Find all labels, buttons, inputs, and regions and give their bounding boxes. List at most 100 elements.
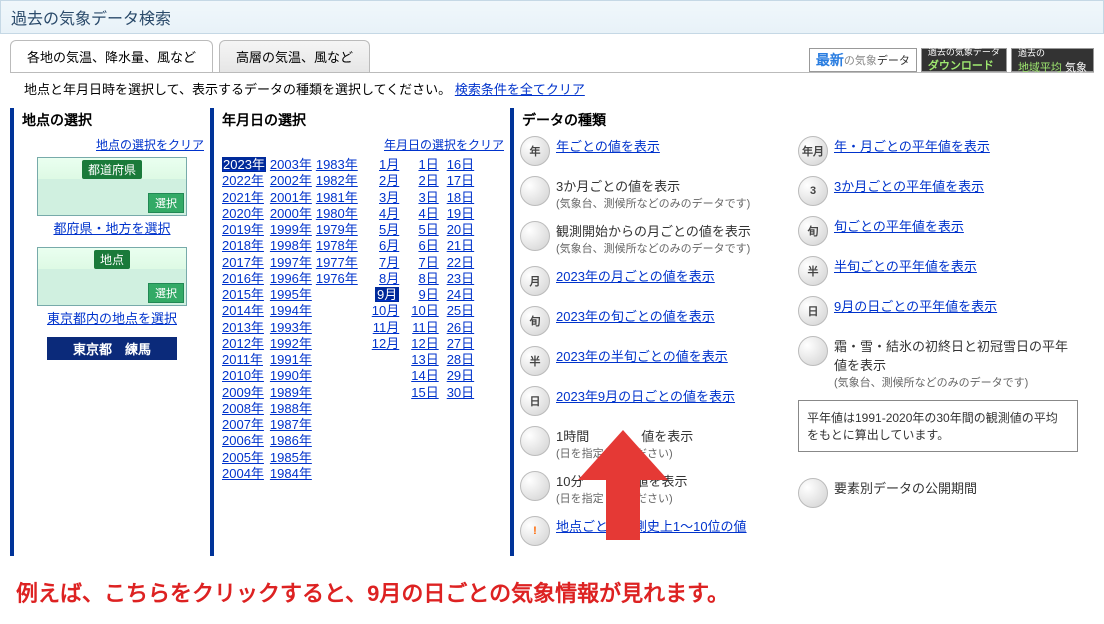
day-link[interactable]: 27日 [447, 336, 474, 352]
day-link[interactable]: 19日 [447, 206, 474, 222]
datatype-item[interactable]: 月2023年の月ごとの値を表示 [520, 266, 780, 296]
month-link[interactable]: 12月 [372, 336, 399, 352]
datatype-item[interactable]: 半2023年の半旬ごとの値を表示 [520, 346, 780, 376]
point-select-link[interactable]: 東京都内の地点を選択 [47, 311, 177, 326]
year-link[interactable]: 2021年 [222, 190, 266, 206]
year-link[interactable]: 2017年 [222, 255, 266, 271]
year-link[interactable]: 1996年 [270, 271, 312, 287]
banner-download[interactable]: 過去の気象データ ダウンロード [921, 48, 1007, 72]
month-link[interactable]: 6月 [372, 238, 399, 254]
day-link[interactable]: 13日 [411, 352, 438, 368]
day-link[interactable]: 10日 [411, 303, 438, 319]
year-link[interactable]: 1983年 [316, 157, 358, 173]
day-link[interactable]: 4日 [411, 206, 438, 222]
year-link[interactable]: 2013年 [222, 320, 266, 336]
month-link[interactable]: 3月 [372, 190, 399, 206]
day-link[interactable]: 12日 [411, 336, 438, 352]
datatype-item[interactable]: 半半旬ごとの平年値を表示 [798, 256, 1078, 286]
datatype-item[interactable]: !地点ごとの観測史上1～10位の値 [520, 516, 780, 546]
year-link[interactable]: 1987年 [270, 417, 312, 433]
clear-location-link[interactable]: 地点の選択をクリア [96, 138, 204, 152]
datatype-label[interactable]: 3か月ごとの平年値を表示 [834, 176, 984, 195]
day-link[interactable]: 8日 [411, 271, 438, 287]
day-link[interactable]: 17日 [447, 173, 474, 189]
day-link[interactable]: 24日 [447, 287, 474, 303]
datatype-label[interactable]: 年ごとの値を表示 [556, 136, 660, 155]
day-link[interactable]: 28日 [447, 352, 474, 368]
datatype-label[interactable]: 2023年の半旬ごとの値を表示 [556, 346, 728, 365]
year-link[interactable]: 2009年 [222, 385, 266, 401]
year-link[interactable]: 1985年 [270, 450, 312, 466]
month-link[interactable]: 7月 [372, 255, 399, 271]
datatype-label[interactable]: 2023年の旬ごとの値を表示 [556, 306, 715, 325]
year-link[interactable]: 2004年 [222, 466, 266, 482]
day-link[interactable]: 23日 [447, 271, 474, 287]
year-link[interactable]: 2015年 [222, 287, 266, 303]
year-link[interactable]: 1989年 [270, 385, 312, 401]
clear-all-link[interactable]: 検索条件を全てクリア [455, 82, 585, 97]
year-link[interactable]: 1986年 [270, 433, 312, 449]
year-link[interactable]: 2014年 [222, 303, 266, 319]
month-link[interactable]: 8月 [372, 271, 399, 287]
datatype-item[interactable]: 年月年・月ごとの平年値を表示 [798, 136, 1078, 166]
year-link[interactable]: 2006年 [222, 433, 266, 449]
day-link[interactable]: 15日 [411, 385, 438, 401]
month-link[interactable]: 9月 [372, 287, 399, 303]
month-link[interactable]: 1月 [372, 157, 399, 173]
year-link[interactable]: 2022年 [222, 173, 266, 189]
datatype-label[interactable]: 旬ごとの平年値を表示 [834, 216, 964, 235]
year-link[interactable]: 1988年 [270, 401, 312, 417]
year-link[interactable]: 2002年 [270, 173, 312, 189]
year-link[interactable]: 1997年 [270, 255, 312, 271]
day-link[interactable]: 6日 [411, 238, 438, 254]
day-link[interactable]: 21日 [447, 238, 474, 254]
year-link[interactable]: 2010年 [222, 368, 266, 384]
year-link[interactable]: 2000年 [270, 206, 312, 222]
year-link[interactable]: 2008年 [222, 401, 266, 417]
pref-select-btn[interactable]: 選択 [148, 193, 184, 213]
datatype-item[interactable]: 日2023年9月の日ごとの値を表示 [520, 386, 780, 416]
year-link[interactable]: 2011年 [222, 352, 266, 368]
day-link[interactable]: 29日 [447, 368, 474, 384]
datatype-item[interactable]: 年年ごとの値を表示 [520, 136, 780, 166]
year-link[interactable]: 2020年 [222, 206, 266, 222]
day-link[interactable]: 11日 [411, 320, 438, 336]
datatype-label[interactable]: 半旬ごとの平年値を表示 [834, 256, 977, 275]
year-link[interactable]: 1978年 [316, 238, 358, 254]
day-link[interactable]: 1日 [411, 157, 438, 173]
day-link[interactable]: 3日 [411, 190, 438, 206]
year-link[interactable]: 1999年 [270, 222, 312, 238]
day-link[interactable]: 7日 [411, 255, 438, 271]
point-select-box[interactable]: 地点 選択 [37, 247, 187, 306]
year-link[interactable]: 2018年 [222, 238, 266, 254]
datatype-label[interactable]: 9月の日ごとの平年値を表示 [834, 296, 997, 315]
year-link[interactable]: 1981年 [316, 190, 358, 206]
year-link[interactable]: 1993年 [270, 320, 312, 336]
datatype-label[interactable]: 2023年の月ごとの値を表示 [556, 266, 715, 285]
year-link[interactable]: 1984年 [270, 466, 312, 482]
year-link[interactable]: 1990年 [270, 368, 312, 384]
year-link[interactable]: 2023年 [222, 157, 266, 173]
year-link[interactable]: 2001年 [270, 190, 312, 206]
point-select-btn[interactable]: 選択 [148, 283, 184, 303]
year-link[interactable]: 2005年 [222, 450, 266, 466]
year-link[interactable]: 2007年 [222, 417, 266, 433]
pref-select-link[interactable]: 都府県・地方を選択 [53, 221, 170, 236]
year-link[interactable]: 2019年 [222, 222, 266, 238]
year-link[interactable]: 1991年 [270, 352, 312, 368]
year-link[interactable]: 1992年 [270, 336, 312, 352]
day-link[interactable]: 18日 [447, 190, 474, 206]
datatype-item[interactable]: 旬旬ごとの平年値を表示 [798, 216, 1078, 246]
day-link[interactable]: 30日 [447, 385, 474, 401]
month-link[interactable]: 10月 [372, 303, 399, 319]
year-link[interactable]: 1998年 [270, 238, 312, 254]
year-link[interactable]: 1976年 [316, 271, 358, 287]
day-link[interactable]: 16日 [447, 157, 474, 173]
datatype-label[interactable]: 2023年9月の日ごとの値を表示 [556, 386, 735, 405]
month-link[interactable]: 5月 [372, 222, 399, 238]
month-link[interactable]: 2月 [372, 173, 399, 189]
year-link[interactable]: 2012年 [222, 336, 266, 352]
datatype-item[interactable]: 旬2023年の旬ごとの値を表示 [520, 306, 780, 336]
month-link[interactable]: 4月 [372, 206, 399, 222]
banner-latest[interactable]: 最新 の気象 データ [809, 48, 917, 72]
